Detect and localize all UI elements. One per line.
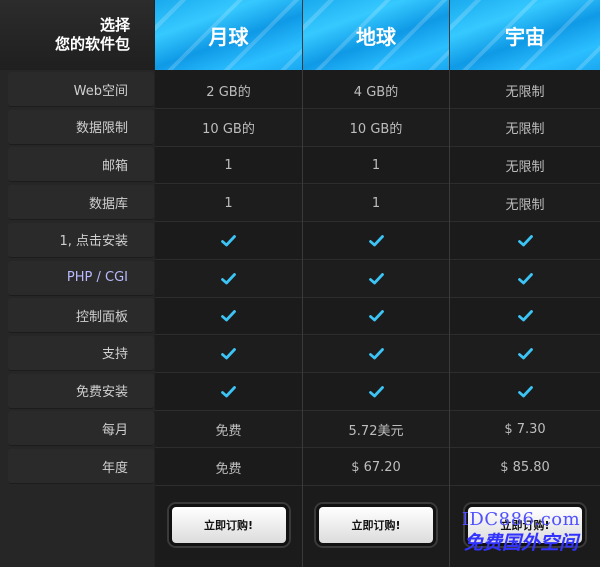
value-cell: $ 85.80 — [450, 449, 600, 486]
check-icon — [368, 234, 384, 247]
check-icon — [368, 385, 384, 397]
value-cell: 4 GB的 — [303, 72, 449, 109]
feature-cell — [450, 298, 600, 336]
feature-cell — [450, 260, 600, 298]
feature-cell — [303, 260, 449, 298]
value-cell: 免费 — [155, 449, 302, 486]
table-row: 数据限制 10 GB的 10 GB的 无限制 — [0, 109, 600, 147]
title-line-2: 您的软件包 — [54, 35, 130, 53]
watermark-domain: IDC886.com — [461, 509, 581, 530]
table-row: 邮箱 1 1 无限制 — [0, 147, 600, 185]
value-cell: 1 — [303, 185, 449, 223]
row-label: PHP / CGI — [8, 260, 154, 296]
value-cell: 1 — [155, 147, 302, 185]
feature-cell — [303, 298, 449, 336]
value-cell: 1 — [303, 147, 449, 185]
check-icon — [368, 272, 384, 284]
plan-header-moon: 月球 — [155, 0, 302, 70]
value-cell: $ 67.20 — [303, 449, 449, 486]
feature-cell — [303, 374, 449, 411]
feature-cell — [450, 374, 600, 411]
feature-cell — [155, 298, 302, 336]
feature-cell — [303, 335, 449, 373]
plan-header-earth: 地球 — [303, 0, 449, 70]
table-row: 免费安装 — [0, 373, 600, 411]
column-divider — [449, 0, 450, 567]
feature-cell — [155, 374, 302, 411]
row-label: 数据库 — [8, 185, 154, 221]
row-label: 控制面板 — [8, 298, 154, 334]
check-icon — [221, 272, 236, 284]
table-row: PHP / CGI — [0, 260, 600, 298]
feature-cell — [155, 260, 302, 298]
row-label: 免费安装 — [8, 373, 154, 409]
check-icon — [517, 347, 533, 360]
watermark-slogan: 免费国外空间 — [463, 532, 578, 554]
value-cell: 无限制 — [450, 147, 600, 185]
table-row: 年度 免费 $ 67.20 $ 85.80 — [0, 449, 600, 486]
title-line-1: 选择 — [99, 16, 130, 34]
value-cell: 5.72美元 — [303, 411, 449, 449]
table-row: 控制面板 — [0, 298, 600, 336]
check-icon — [221, 385, 236, 397]
table-row: 数据库 1 1 无限制 — [0, 185, 600, 223]
pricing-table: 选择 您的软件包 月球 地球 宇宙 Web空间 2 GB的 4 GB的 无限制 数据限制… — [0, 0, 600, 567]
table-row: 每月 免费 5.72美元 $ 7.30 — [0, 411, 600, 449]
feature-cell — [155, 335, 302, 373]
row-label: 支持 — [8, 335, 154, 371]
feature-cell — [450, 335, 600, 373]
check-icon — [517, 272, 533, 284]
plan-name: 宇宙 — [505, 24, 545, 49]
feature-cell — [450, 223, 600, 260]
order-cell-earth: 立即订购! — [303, 500, 449, 550]
value-cell: 2 GB的 — [155, 72, 302, 109]
value-cell: 无限制 — [450, 109, 600, 147]
value-cell: 无限制 — [450, 72, 600, 109]
value-cell: 无限制 — [450, 185, 600, 223]
row-label: 年度 — [8, 449, 154, 484]
order-button-moon[interactable]: 立即订购! — [168, 504, 289, 546]
check-icon — [368, 347, 384, 360]
feature-cell — [155, 223, 302, 260]
value-cell: $ 7.30 — [450, 411, 600, 449]
check-icon — [368, 310, 384, 322]
watermark: IDC886.com 免费国外空间 — [446, 509, 596, 559]
value-cell: 1 — [155, 185, 302, 223]
check-icon — [221, 234, 236, 247]
plan-name: 地球 — [356, 24, 396, 49]
check-icon — [221, 310, 236, 322]
value-cell: 10 GB的 — [303, 109, 449, 147]
feature-cell — [303, 223, 449, 260]
table-row: 1, 点击安装 — [0, 222, 600, 260]
check-icon — [517, 385, 533, 397]
row-label: 数据限制 — [8, 109, 154, 145]
value-cell: 10 GB的 — [155, 109, 302, 147]
table-row: 支持 — [0, 335, 600, 373]
row-label: Web空间 — [8, 72, 154, 107]
order-cell-moon: 立即订购! — [155, 500, 302, 550]
table-title: 选择 您的软件包 — [0, 0, 154, 70]
column-divider — [302, 0, 303, 567]
table-row: Web空间 2 GB的 4 GB的 无限制 — [0, 72, 600, 109]
check-icon — [517, 234, 533, 247]
check-icon — [517, 310, 533, 322]
plan-name: 月球 — [208, 24, 249, 49]
row-label: 每月 — [8, 411, 154, 447]
plan-header-universe: 宇宙 — [450, 0, 600, 70]
check-icon — [221, 347, 236, 360]
row-label: 1, 点击安装 — [8, 222, 154, 258]
row-label: 邮箱 — [8, 147, 154, 183]
order-button-earth[interactable]: 立即订购! — [316, 504, 436, 546]
value-cell: 免费 — [155, 411, 302, 449]
